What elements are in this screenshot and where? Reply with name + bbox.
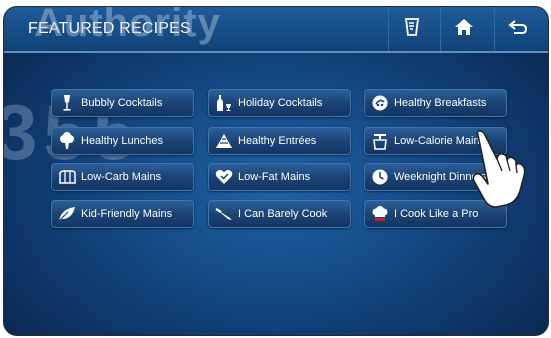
recipe-label: Kid-Friendly Mains — [81, 208, 173, 220]
chef-hat-icon — [370, 204, 390, 224]
recipe-button-healthy-breakfasts[interactable]: Healthy Breakfasts — [364, 89, 507, 117]
leaf-icon — [57, 204, 77, 224]
recipe-label: Low-Carb Mains — [81, 171, 162, 183]
pointing-hand-icon — [470, 129, 534, 211]
back-button[interactable] — [494, 7, 541, 51]
recipe-button-healthy-lunches[interactable]: Healthy Lunches — [51, 127, 194, 155]
recipe-button-bubbly-cocktails[interactable]: Bubbly Cocktails — [51, 89, 194, 117]
back-icon — [508, 19, 528, 40]
recipe-card-icon — [403, 17, 421, 42]
recipe-label: Healthy Lunches — [81, 135, 163, 147]
recipe-button-low-carb-mains[interactable]: Low-Carb Mains — [51, 163, 194, 191]
recipe-button-healthy-entrees[interactable]: Healthy Entrées — [208, 127, 351, 155]
bread-icon — [57, 167, 77, 187]
home-button[interactable] — [440, 7, 487, 51]
broccoli-icon — [57, 131, 77, 151]
clock-icon — [370, 167, 390, 187]
scale-icon — [370, 131, 390, 151]
recipe-label: Healthy Entrées — [238, 135, 317, 147]
heart-icon — [214, 167, 234, 187]
breakfast-icon — [370, 93, 390, 113]
recipe-label: I Can Barely Cook — [238, 208, 328, 220]
knife-icon — [214, 204, 234, 224]
champagne-glass-icon — [57, 93, 77, 113]
home-icon — [454, 18, 474, 41]
recipe-label: I Cook Like a Pro — [394, 208, 479, 220]
recipe-label: Healthy Breakfasts — [394, 97, 487, 109]
recipe-label: Low-Fat Mains — [238, 171, 311, 183]
touchscreen-frame: FEATURED RECIPES Authority Bubbly Cockta… — [3, 6, 549, 336]
recipe-button-kid-friendly-mains[interactable]: Kid-Friendly Mains — [51, 200, 194, 228]
recipe-button-low-fat-mains[interactable]: Low-Fat Mains — [208, 163, 351, 191]
bottle-glass-icon — [214, 93, 234, 113]
recipe-button-i-can-barely-cook[interactable]: I Can Barely Cook — [208, 200, 351, 228]
recipe-button-holiday-cocktails[interactable]: Holiday Cocktails — [208, 89, 351, 117]
recipe-label: Bubbly Cocktails — [81, 97, 163, 109]
page-title: FEATURED RECIPES — [28, 20, 191, 37]
recipe-card-button[interactable] — [388, 7, 435, 51]
pyramid-icon — [214, 131, 234, 151]
header-bar: FEATURED RECIPES — [4, 7, 548, 53]
recipe-label: Holiday Cocktails — [238, 97, 323, 109]
